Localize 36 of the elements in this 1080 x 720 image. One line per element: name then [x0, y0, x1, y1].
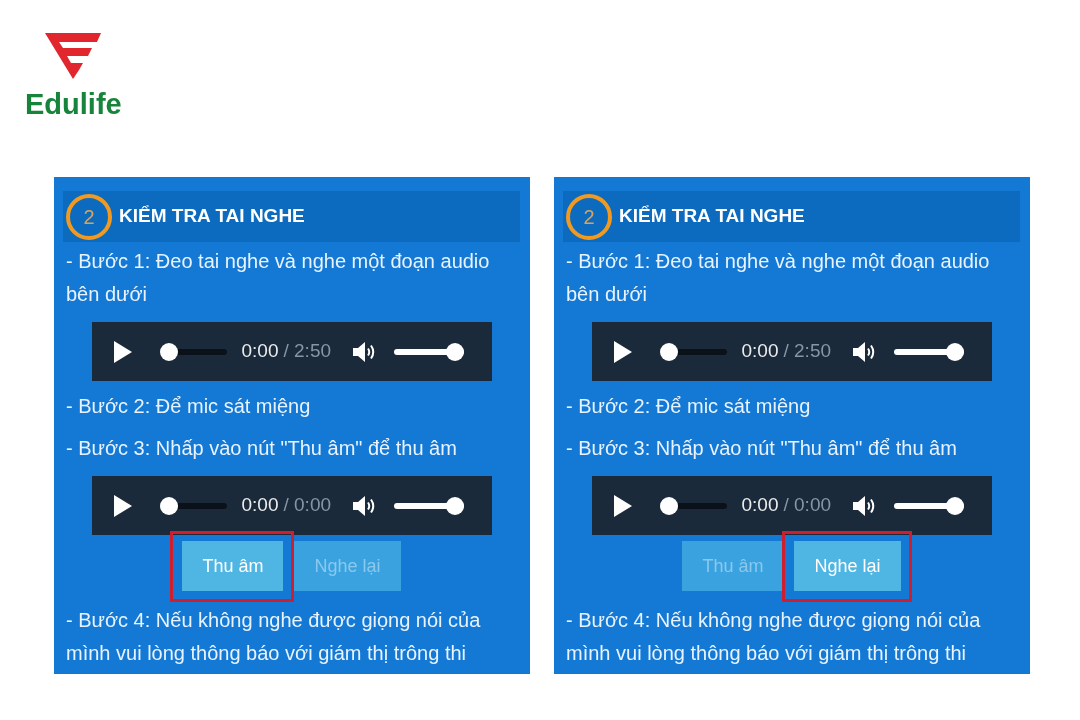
step-text: - Bước 3: Nhấp vào nút "Thu âm" để thu âm [65, 436, 458, 461]
current-time: 0:00 [741, 339, 779, 364]
action-button[interactable]: Thu âm [182, 541, 284, 591]
seek-thumb[interactable] [659, 342, 678, 361]
volume-thumb[interactable] [446, 342, 465, 361]
step-text: - Bước 1: Đeo tai nghe và nghe một đoạn audio bên dưới [65, 249, 491, 307]
current-time: 0:00 [741, 493, 779, 518]
duration-time: / 2:50 [283, 339, 332, 364]
volume-thumb[interactable] [946, 496, 965, 515]
step-text: - Bước 2: Để mic sát miệng [65, 394, 312, 419]
play-icon[interactable] [613, 494, 632, 517]
seek-thumb[interactable] [159, 496, 178, 515]
current-time: 0:00 [241, 493, 279, 518]
duration-time: / 0:00 [283, 493, 332, 518]
step-number: 2 [566, 193, 612, 240]
current-time: 0:00 [241, 339, 279, 364]
logo-icon [45, 33, 102, 79]
step-number: 2 [66, 193, 112, 240]
section-title: KIỂM TRA TAI NGHE [119, 204, 305, 229]
duration-time: / 0:00 [783, 493, 832, 518]
section-title: KIỂM TRA TAI NGHE [619, 204, 805, 229]
step-text: - Bước 1: Đeo tai nghe và nghe một đoạn audio bên dưới [565, 249, 991, 307]
play-icon[interactable] [113, 340, 132, 363]
brand-name: Edulife [25, 88, 122, 120]
step-text: - Bước 4: Nếu không nghe được giọng nói của mình vui lòng thông báo với giám thị trông thi [565, 608, 982, 666]
volume-thumb[interactable] [446, 496, 465, 515]
step-text: - Bước 2: Để mic sát miệng [565, 394, 812, 419]
volume-thumb[interactable] [946, 342, 965, 361]
duration-time: / 2:50 [783, 339, 832, 364]
step-text: - Bước 4: Nếu không nghe được giọng nói của mình vui lòng thông báo với giám thị trông thi [65, 608, 482, 666]
seek-thumb[interactable] [159, 342, 178, 361]
play-icon[interactable] [113, 494, 132, 517]
step-text: - Bước 3: Nhấp vào nút "Thu âm" để thu âm [565, 436, 958, 461]
action-button[interactable]: Nghe lại [794, 541, 901, 591]
play-icon[interactable] [613, 340, 632, 363]
seek-thumb[interactable] [659, 496, 678, 515]
